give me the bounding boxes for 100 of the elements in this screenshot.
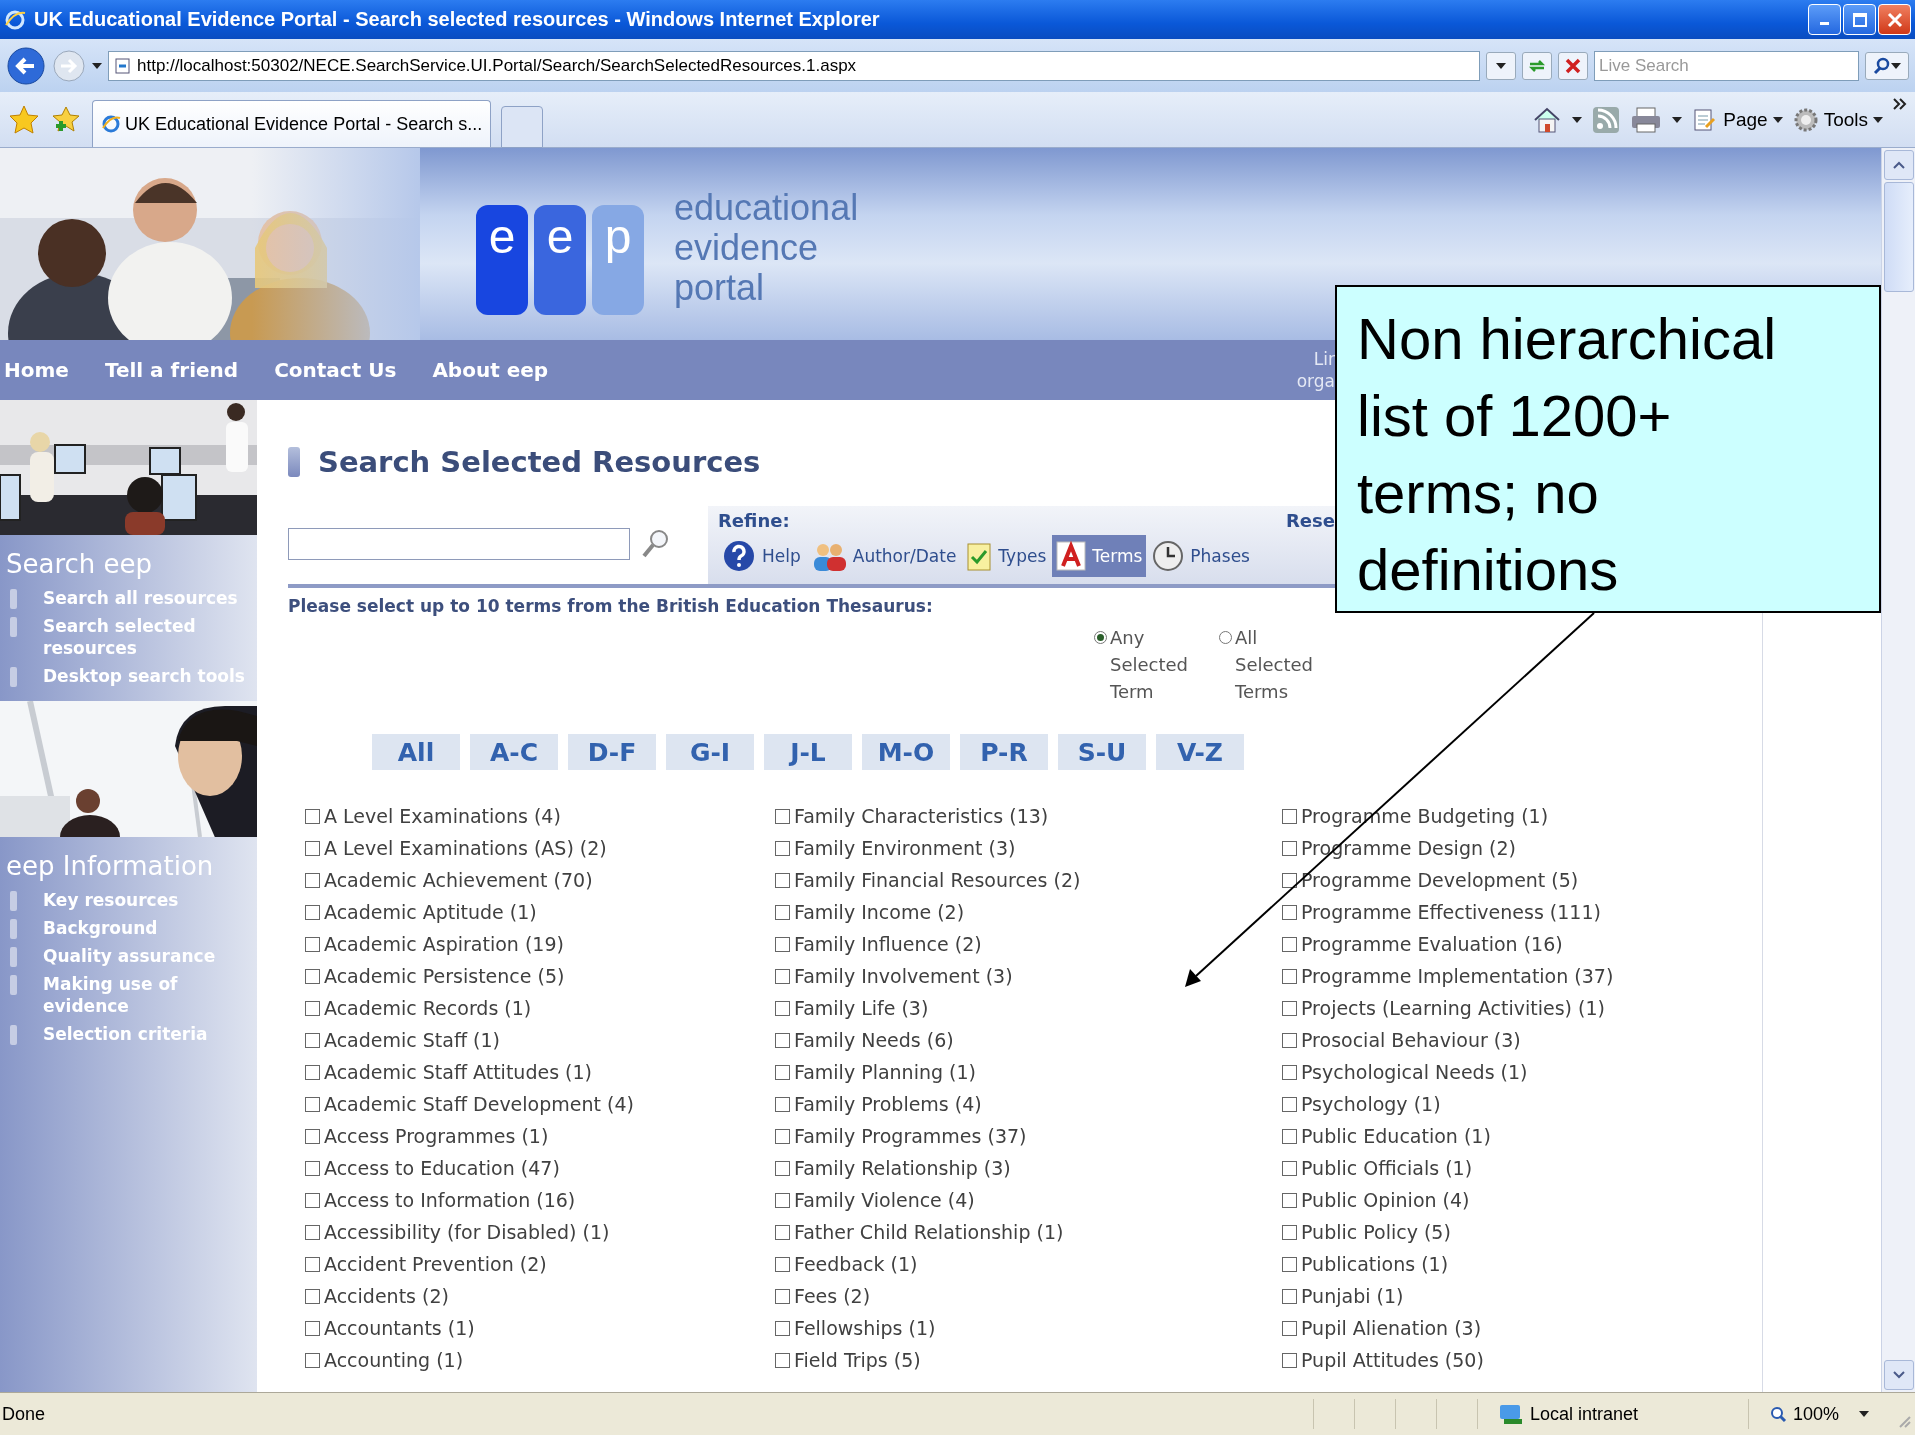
checkbox[interactable] [775, 840, 790, 856]
checkbox[interactable] [305, 1288, 320, 1304]
nav-link[interactable]: Tell a friend [104, 358, 239, 382]
checkbox[interactable] [1282, 1096, 1297, 1112]
checkbox[interactable] [305, 904, 320, 920]
refresh-button[interactable] [1522, 51, 1552, 80]
checkbox[interactable] [1282, 936, 1297, 952]
checkbox[interactable] [305, 840, 320, 856]
checkbox[interactable] [775, 1000, 790, 1016]
caret-icon[interactable] [1672, 116, 1683, 123]
checkbox[interactable] [775, 1128, 790, 1144]
caret-icon[interactable] [1572, 116, 1583, 123]
refine-tab[interactable]: Phases [1148, 535, 1254, 577]
resize-grip-icon[interactable] [1897, 1414, 1911, 1428]
checkbox[interactable] [305, 968, 320, 984]
history-caret-icon[interactable] [92, 62, 102, 69]
checkbox[interactable] [1282, 1000, 1297, 1016]
filter-button[interactable]: P-R [960, 734, 1048, 770]
checkbox[interactable] [305, 808, 320, 824]
checkbox[interactable] [1282, 808, 1297, 824]
scrollbar-thumb[interactable] [1883, 182, 1914, 292]
checkbox[interactable] [1282, 840, 1297, 856]
checkbox[interactable] [1282, 1224, 1297, 1240]
checkbox[interactable] [1282, 1064, 1297, 1080]
checkbox[interactable] [775, 936, 790, 952]
checkbox[interactable] [1282, 1320, 1297, 1336]
page-menu-button[interactable]: Page [1692, 106, 1783, 133]
search-button[interactable] [1865, 51, 1909, 80]
refine-tab[interactable]: Terms [1052, 535, 1147, 577]
filter-button[interactable]: J-L [764, 734, 852, 770]
minimize-button[interactable] [1808, 4, 1841, 35]
checkbox[interactable] [775, 904, 790, 920]
checkbox[interactable] [305, 1000, 320, 1016]
search-field[interactable] [288, 528, 630, 560]
refine-tab[interactable]: Help [718, 535, 805, 577]
chevron-icon[interactable] [1893, 98, 1907, 110]
checkbox[interactable] [305, 1320, 320, 1336]
caret-icon[interactable] [1859, 1411, 1869, 1417]
checkbox[interactable] [305, 1352, 320, 1368]
print-button[interactable] [1630, 105, 1663, 134]
address-dropdown-button[interactable] [1486, 51, 1516, 80]
checkbox[interactable] [1282, 1032, 1297, 1048]
checkbox[interactable] [775, 1352, 790, 1368]
checkbox[interactable] [1282, 1288, 1297, 1304]
checkbox[interactable] [775, 1160, 790, 1176]
checkbox[interactable] [775, 808, 790, 824]
checkbox[interactable] [1282, 1160, 1297, 1176]
search-icon[interactable] [640, 528, 670, 560]
checkbox[interactable] [305, 1160, 320, 1176]
close-button[interactable] [1878, 4, 1911, 35]
nav-link[interactable]: About eep [432, 358, 549, 382]
favorites-button[interactable] [8, 103, 40, 136]
caret-icon[interactable] [1496, 62, 1506, 69]
filter-button[interactable]: M-O [862, 734, 950, 770]
filter-button[interactable]: S-U [1058, 734, 1146, 770]
checkbox[interactable] [305, 1032, 320, 1048]
caret-icon[interactable] [1772, 116, 1783, 123]
checkbox[interactable] [305, 1224, 320, 1240]
filter-button[interactable]: V-Z [1156, 734, 1244, 770]
caret-icon[interactable] [1891, 62, 1901, 69]
checkbox[interactable] [1282, 1128, 1297, 1144]
stop-button[interactable] [1558, 51, 1588, 80]
browser-tab[interactable]: UK Educational Evidence Portal - Search s... [92, 100, 492, 147]
scrollbar[interactable] [1881, 148, 1915, 1392]
checkbox[interactable] [305, 1096, 320, 1112]
maximize-button[interactable] [1843, 4, 1876, 35]
refine-tab[interactable]: Author/Date [806, 535, 961, 577]
checkbox[interactable] [305, 936, 320, 952]
nav-link[interactable]: Contact Us [274, 358, 397, 382]
checkbox[interactable] [305, 1192, 320, 1208]
checkbox[interactable] [305, 1256, 320, 1272]
checkbox[interactable] [1282, 1352, 1297, 1368]
checkbox[interactable] [775, 1256, 790, 1272]
back-button[interactable] [6, 45, 46, 86]
address-field[interactable]: http://localhost:50302/NECE.SearchService.UI.Portal/Search/SearchSelectedResources.1.aspx [108, 50, 1480, 81]
checkbox[interactable] [305, 1064, 320, 1080]
checkbox[interactable] [775, 1032, 790, 1048]
checkbox[interactable] [1282, 1256, 1297, 1272]
filter-button[interactable]: D-F [568, 734, 656, 770]
checkbox[interactable] [775, 1224, 790, 1240]
checkbox[interactable] [775, 1096, 790, 1112]
checkbox[interactable] [1282, 968, 1297, 984]
checkbox[interactable] [775, 1320, 790, 1336]
tools-menu-button[interactable]: Tools [1792, 106, 1883, 133]
checkbox[interactable] [1282, 1192, 1297, 1208]
nav-link[interactable]: Home [4, 358, 69, 382]
reset-link[interactable]: Rese [1286, 510, 1335, 531]
checkbox[interactable] [775, 1064, 790, 1080]
filter-button[interactable]: A-C [470, 734, 558, 770]
checkbox[interactable] [1282, 904, 1297, 920]
filter-button[interactable]: G-I [666, 734, 754, 770]
refine-tab[interactable]: Types [962, 535, 1051, 577]
checkbox[interactable] [305, 872, 320, 888]
checkbox[interactable] [775, 1288, 790, 1304]
checkbox[interactable] [1282, 872, 1297, 888]
filter-button[interactable]: All [372, 734, 460, 770]
search-field[interactable]: Live Search [1594, 50, 1859, 81]
checkbox[interactable] [305, 1128, 320, 1144]
checkbox[interactable] [775, 968, 790, 984]
zoom-button[interactable]: 100% [1768, 1403, 1839, 1425]
